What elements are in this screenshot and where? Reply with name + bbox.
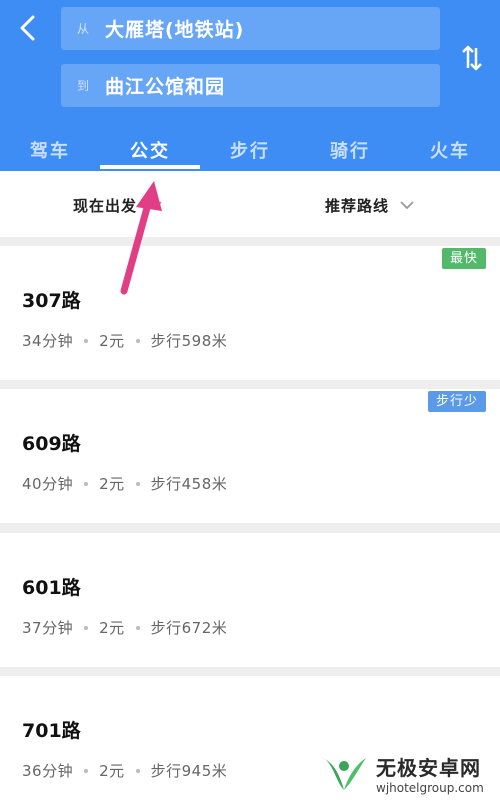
fastest-badge: 最快 [441, 248, 486, 269]
tab-ride[interactable]: 骑行 [300, 128, 400, 171]
separator-dot [135, 338, 140, 343]
origin-prefix: 从 [76, 22, 89, 36]
separator-dot [84, 481, 89, 486]
separator-dot [135, 481, 140, 486]
route-duration: 34分钟 [22, 332, 74, 350]
chevron-left-icon [20, 15, 35, 41]
destination-field[interactable]: 到 曲江公馆和园 [61, 64, 440, 107]
chevron-down-icon [400, 201, 414, 210]
swap-vertical-icon [462, 45, 482, 71]
separator-dot [135, 625, 140, 630]
route-walk-distance: 步行598米 [150, 332, 228, 350]
route-card[interactable]: 步行少 609路 40分钟 2元 步行458米 [0, 389, 500, 523]
separator-dot [84, 768, 89, 773]
route-meta: 34分钟 2元 步行598米 [22, 330, 227, 351]
route-name: 601路 [22, 577, 81, 599]
swap-button[interactable] [458, 40, 486, 76]
route-sort-label: 推荐路线 [325, 196, 390, 215]
route-duration: 37分钟 [22, 619, 74, 637]
separator-dot [135, 768, 140, 773]
route-fare: 2元 [99, 762, 125, 780]
origin-value: 大雁塔(地铁站) [105, 19, 245, 41]
route-fare: 2元 [99, 332, 125, 350]
route-sort-filter[interactable]: 推荐路线 [325, 193, 415, 217]
active-tab-indicator [100, 165, 200, 169]
route-name: 701路 [22, 720, 81, 742]
route-fare: 2元 [99, 475, 125, 493]
route-meta: 37分钟 2元 步行672米 [22, 617, 227, 638]
back-button[interactable] [14, 12, 40, 44]
origin-field[interactable]: 从 大雁塔(地铁站) [61, 7, 440, 50]
route-walk-distance: 步行945米 [150, 762, 228, 780]
route-meta: 36分钟 2元 步行945米 [22, 760, 227, 781]
watermark-title: 无极安卓网 [376, 756, 481, 780]
route-name: 609路 [22, 433, 81, 455]
route-card[interactable]: 601路 37分钟 2元 步行672米 [0, 533, 500, 667]
less-walking-badge: 步行少 [427, 391, 486, 412]
destination-value: 曲江公馆和园 [105, 76, 226, 98]
tab-drive[interactable]: 驾车 [0, 128, 100, 171]
route-walk-distance: 步行672米 [150, 619, 228, 637]
mode-tabs: 驾车 公交 步行 骑行 火车 [0, 128, 500, 171]
header: 从 大雁塔(地铁站) 到 曲江公馆和园 驾车 公交 步行 骑行 火车 [0, 0, 500, 171]
watermark-url: wjhotelgroup.com [376, 781, 484, 795]
separator-dot [84, 625, 89, 630]
route-duration: 40分钟 [22, 475, 74, 493]
tab-train[interactable]: 火车 [400, 128, 500, 171]
watermark-logo-icon [322, 758, 366, 790]
route-fare: 2元 [99, 619, 125, 637]
route-name: 307路 [22, 290, 81, 312]
route-meta: 40分钟 2元 步行458米 [22, 473, 227, 494]
arrow-annotation-icon [120, 181, 162, 295]
destination-prefix: 到 [76, 79, 89, 93]
route-duration: 36分钟 [22, 762, 74, 780]
tab-walk[interactable]: 步行 [200, 128, 300, 171]
separator-dot [84, 338, 89, 343]
route-walk-distance: 步行458米 [150, 475, 228, 493]
filter-bar: 现在出发 推荐路线 [0, 171, 500, 237]
route-card[interactable]: 最快 307路 34分钟 2元 步行598米 [0, 246, 500, 380]
